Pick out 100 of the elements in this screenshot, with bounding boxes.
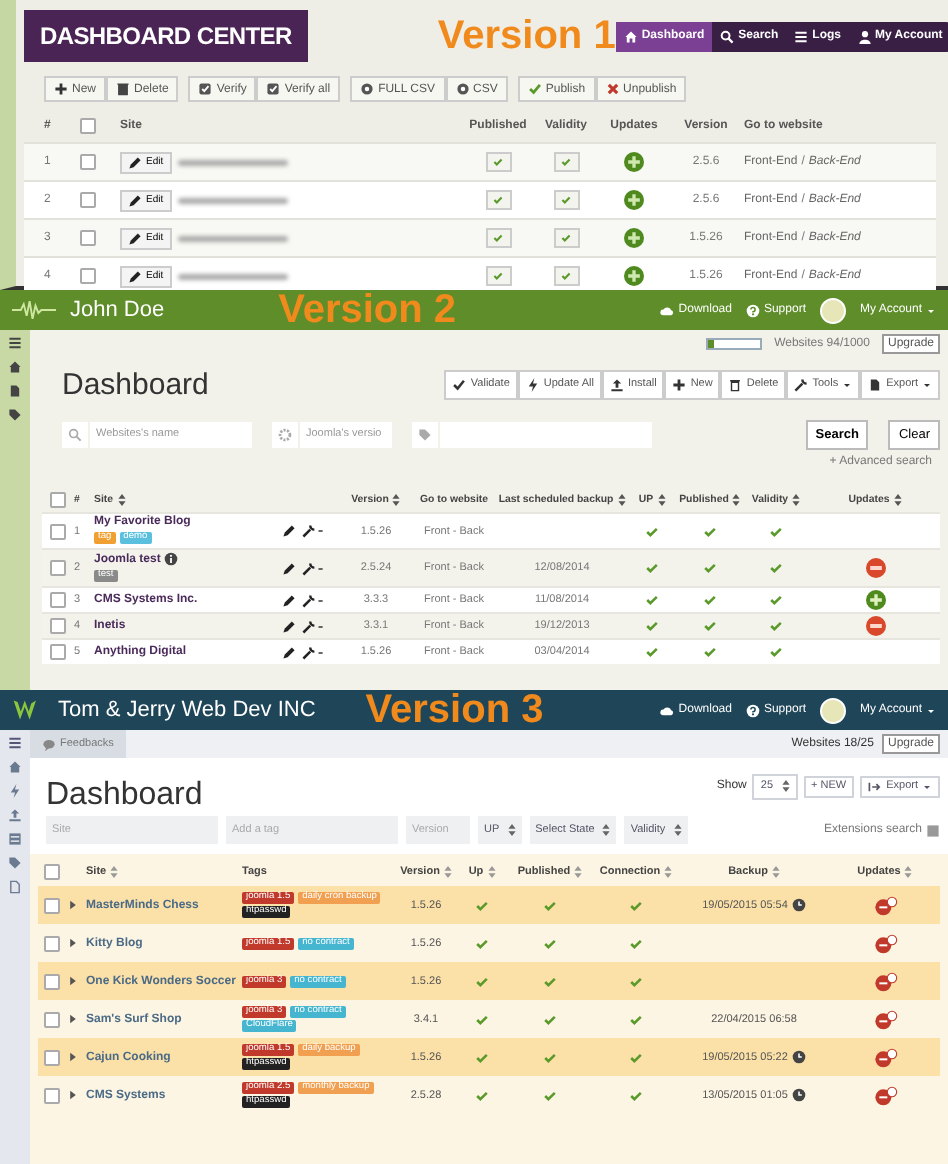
check-icon [492, 270, 504, 282]
menu-icon[interactable] [8, 336, 22, 350]
row-checkbox[interactable] [50, 618, 66, 634]
row-checkbox[interactable] [44, 935, 60, 951]
validity-check[interactable] [553, 228, 579, 248]
update-badge-icon[interactable] [873, 933, 897, 953]
waveform-logo-icon [12, 298, 56, 322]
validity-check[interactable] [553, 152, 579, 172]
expand-arrow-icon[interactable] [66, 1050, 80, 1064]
validity-check[interactable] [553, 266, 579, 286]
bolt-icon [525, 377, 540, 391]
version-label: Version 3 [365, 690, 544, 730]
expand-arrow-icon[interactable] [66, 898, 80, 912]
check-icon [560, 232, 572, 244]
row-checkbox[interactable] [50, 560, 66, 576]
published-check[interactable] [485, 266, 511, 286]
published-check[interactable] [485, 152, 511, 172]
pencil-icon [128, 193, 142, 207]
edit-icon[interactable] [282, 561, 296, 575]
row-checkbox[interactable] [80, 268, 96, 284]
document-icon[interactable] [8, 384, 22, 398]
search-icon [62, 421, 88, 447]
expand-arrow-icon[interactable] [66, 1088, 80, 1102]
blurred-site-name [177, 159, 288, 165]
update-available-icon[interactable] [865, 590, 885, 610]
wrench-menu-icon[interactable] [302, 561, 324, 575]
select-all-checkbox[interactable] [44, 864, 60, 880]
row-checkbox[interactable] [50, 592, 66, 608]
validity-check[interactable] [553, 190, 579, 210]
wrench-menu-icon[interactable] [302, 645, 324, 659]
row-checkbox[interactable] [44, 897, 60, 913]
update-badge-icon[interactable] [873, 895, 897, 915]
disc-icon [455, 82, 470, 96]
sort-icon [443, 866, 452, 878]
published-check[interactable] [485, 228, 511, 248]
row-checkbox[interactable] [44, 973, 60, 989]
row-checkbox[interactable] [50, 523, 66, 539]
expand-arrow-icon[interactable] [66, 936, 80, 950]
edit-icon[interactable] [282, 524, 296, 538]
row-checkbox[interactable] [80, 192, 96, 208]
caret-icon [922, 379, 932, 389]
bolt-icon[interactable] [8, 784, 22, 798]
upload-icon [609, 377, 624, 391]
update-badge-icon[interactable] [873, 971, 897, 991]
gear-icon [272, 421, 298, 447]
update-badge-icon[interactable] [873, 1009, 897, 1029]
user-name: John Doe [70, 298, 165, 322]
home-icon[interactable] [8, 360, 22, 374]
document-icon[interactable] [8, 880, 22, 894]
sort-icon [792, 493, 801, 505]
select-all-checkbox[interactable] [50, 491, 66, 507]
update-warning-icon[interactable] [865, 616, 885, 636]
row-checkbox[interactable] [80, 230, 96, 246]
update-badge-icon[interactable] [873, 1085, 897, 1105]
expand-arrow-icon[interactable] [66, 974, 80, 988]
expand-arrow-icon[interactable] [66, 1012, 80, 1026]
tag-icon[interactable] [8, 856, 22, 870]
sort-icon [732, 493, 741, 505]
sort-icon [487, 866, 496, 878]
tag-icon [412, 421, 438, 447]
wrench-menu-icon[interactable] [302, 524, 324, 538]
blurred-site-name [177, 197, 288, 203]
update-warning-icon[interactable] [865, 558, 885, 578]
caret-icon [842, 379, 853, 389]
wrench-menu-icon[interactable] [302, 593, 324, 607]
list-icon[interactable] [8, 832, 22, 846]
help-icon [745, 703, 760, 717]
blurred-site-name [177, 273, 288, 279]
row-checkbox[interactable] [44, 1087, 60, 1103]
update-badge-icon[interactable] [873, 1047, 897, 1067]
sort-icon [602, 824, 611, 836]
tag-icon[interactable] [8, 408, 22, 422]
wrench-menu-icon[interactable] [302, 619, 324, 633]
sort-icon [781, 780, 790, 792]
row-checkbox[interactable] [80, 154, 96, 170]
user-icon [857, 29, 872, 43]
select-all-checkbox[interactable] [80, 118, 96, 134]
sort-icon [110, 866, 119, 878]
check-icon [492, 156, 504, 168]
sort-icon [507, 824, 516, 836]
row-checkbox[interactable] [44, 1011, 60, 1027]
page-title: Dashboard [46, 778, 203, 814]
check-icon [527, 82, 542, 96]
checkbox-icon [266, 82, 281, 96]
published-check[interactable] [485, 190, 511, 210]
cross-icon [605, 82, 620, 96]
row-checkbox[interactable] [44, 1049, 60, 1065]
avatar[interactable] [819, 697, 846, 723]
caret-icon [922, 781, 932, 791]
cloud-icon [660, 303, 675, 317]
sort-icon [617, 493, 626, 505]
sort-icon [117, 493, 126, 505]
trash-icon [728, 377, 743, 391]
upload-icon[interactable] [8, 808, 22, 822]
row-checkbox[interactable] [50, 644, 66, 660]
menu-icon[interactable] [8, 736, 22, 750]
check-icon [560, 194, 572, 206]
checkbox-icon [198, 82, 213, 96]
sort-icon [771, 866, 780, 878]
home-icon[interactable] [8, 760, 22, 774]
